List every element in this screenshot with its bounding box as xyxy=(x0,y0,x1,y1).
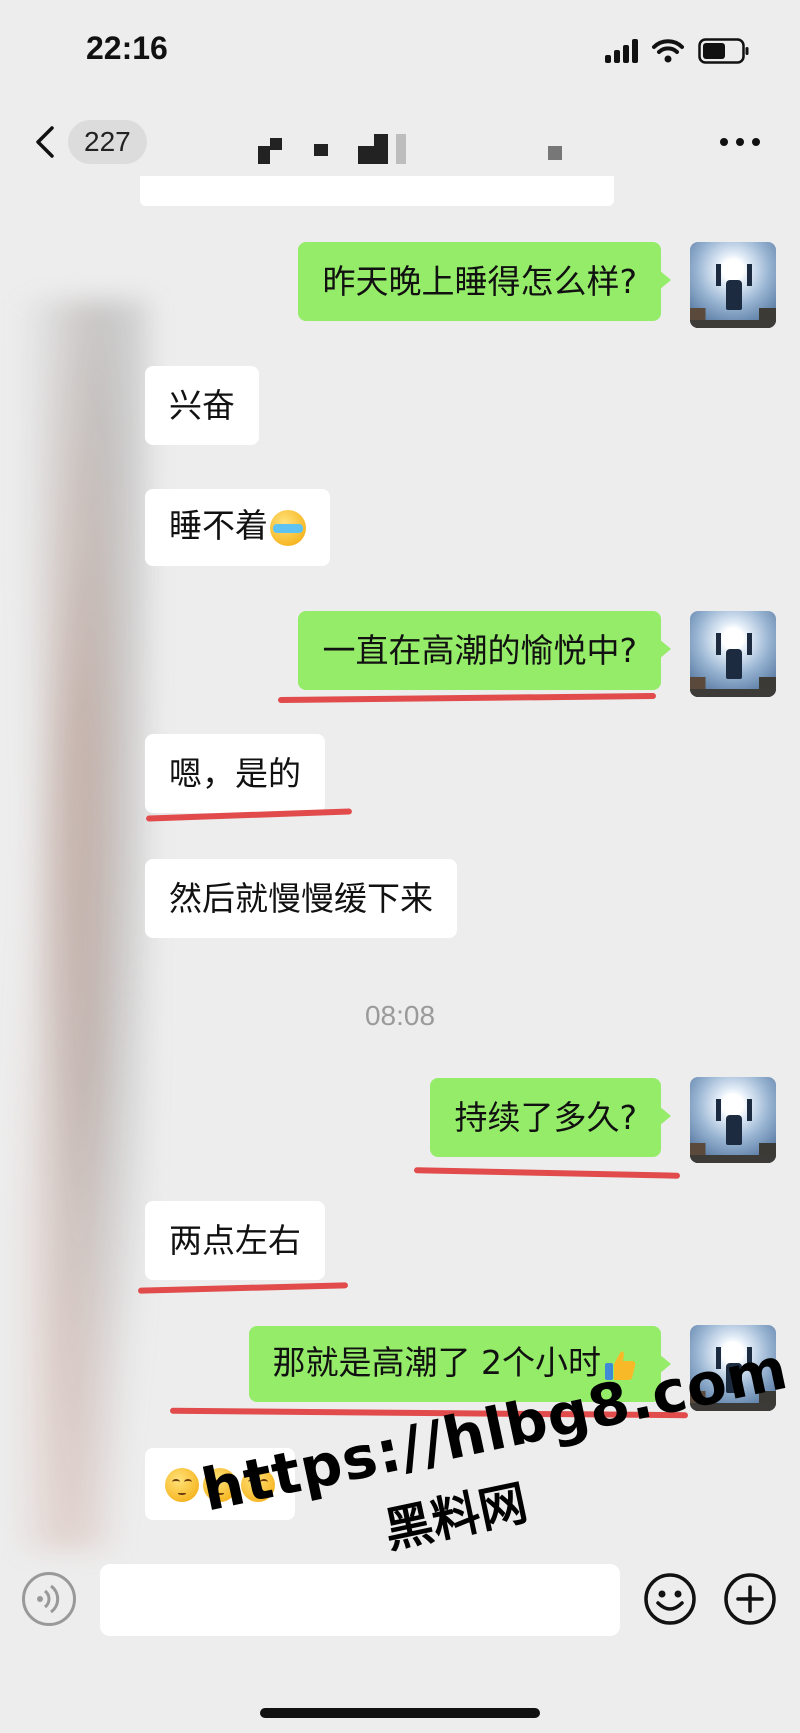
blurred-background xyxy=(0,300,150,1550)
home-indicator[interactable] xyxy=(260,1708,540,1718)
back-chevron-icon[interactable] xyxy=(30,122,60,162)
status-icons xyxy=(605,38,750,64)
message-bubble-incoming[interactable]: 睡不着 xyxy=(145,489,330,566)
emoji-picker-icon[interactable] xyxy=(642,1571,698,1627)
cellular-signal-icon xyxy=(605,39,638,63)
user-avatar[interactable] xyxy=(690,1077,776,1163)
partial-message-bubble xyxy=(140,176,614,206)
crying-laughing-emoji-icon xyxy=(270,509,306,546)
battery-icon xyxy=(698,38,750,64)
wifi-icon xyxy=(652,39,684,63)
message-bubble-incoming[interactable]: 两点左右 xyxy=(145,1201,325,1280)
red-annotation-underline xyxy=(277,693,657,703)
message-text: 睡不着 xyxy=(169,506,268,545)
chat-nav-bar: 227 xyxy=(0,100,800,185)
message-timestamp: 08:08 xyxy=(364,1000,436,1031)
message-bubble-outgoing[interactable]: 持续了多久? xyxy=(430,1078,671,1157)
message-bubble-incoming[interactable]: 兴奋 xyxy=(145,366,259,445)
red-annotation-underline xyxy=(137,1282,349,1294)
message-bubble-outgoing[interactable]: 昨天晚上睡得怎么样? xyxy=(298,242,671,321)
message-text: 那就是高潮了 2个小时 xyxy=(272,1343,602,1382)
user-avatar[interactable] xyxy=(690,242,776,328)
status-time: 22:16 xyxy=(86,30,168,66)
smiling-face-emoji-icon xyxy=(165,1467,199,1502)
message-input-field[interactable] xyxy=(100,1564,620,1636)
more-options-icon[interactable] xyxy=(720,138,760,146)
masked-contact-name xyxy=(258,134,568,164)
voice-input-icon[interactable] xyxy=(22,1572,76,1626)
unread-count-badge[interactable]: 227 xyxy=(68,120,147,164)
message-bubble-incoming[interactable]: 然后就慢慢缓下来 xyxy=(145,859,457,938)
message-bubble-outgoing[interactable]: 一直在高潮的愉悦中? xyxy=(298,611,671,690)
red-annotation-underline xyxy=(413,1167,681,1179)
plus-more-icon[interactable] xyxy=(722,1571,778,1627)
status-bar: 22:16 xyxy=(0,0,800,100)
message-bubble-incoming[interactable]: 嗯，是的 xyxy=(145,734,325,813)
user-avatar[interactable] xyxy=(690,611,776,697)
